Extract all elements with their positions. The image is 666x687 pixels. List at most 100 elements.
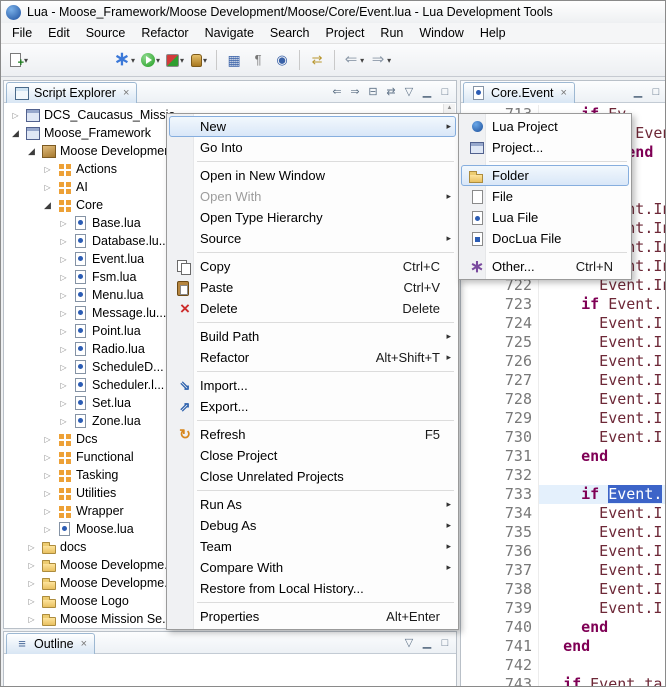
code-line-732[interactable]: 732	[462, 466, 666, 485]
close-icon[interactable]: ×	[561, 87, 567, 99]
run-button[interactable]: ▾	[139, 48, 162, 72]
expand-arrow-icon[interactable]: ▷	[25, 579, 38, 588]
menu-item-go-into[interactable]: Go Into	[169, 137, 456, 158]
code-line-741[interactable]: 741 end	[462, 637, 666, 656]
code-line-739[interactable]: 739 Event.I	[462, 599, 666, 618]
menu-item-team[interactable]: Team▸	[169, 536, 456, 557]
collapse-arrow-icon[interactable]: ◢	[41, 200, 54, 211]
code-line-727[interactable]: 727 Event.I	[462, 371, 666, 390]
menu-item-other[interactable]: Other...Ctrl+N	[461, 256, 629, 277]
menu-edit[interactable]: Edit	[40, 24, 78, 42]
expand-arrow-icon[interactable]: ▷	[41, 165, 54, 174]
menu-item-open-type-hierarchy[interactable]: Open Type Hierarchy	[169, 207, 456, 228]
menu-item-build-path[interactable]: Build Path▸	[169, 326, 456, 347]
expand-arrow-icon[interactable]: ▷	[41, 507, 54, 516]
code-line-730[interactable]: 730 Event.I	[462, 428, 666, 447]
back-arrow-icon[interactable]: ⇐	[331, 86, 343, 98]
minimize-icon[interactable]: ▁	[421, 86, 433, 98]
close-icon[interactable]: ×	[81, 638, 87, 650]
menu-help[interactable]: Help	[472, 24, 514, 42]
view-menu-icon[interactable]: ▽	[403, 637, 415, 649]
code-line-743[interactable]: 743 if Event.ta	[462, 675, 666, 687]
menu-project[interactable]: Project	[318, 24, 373, 42]
forward-button[interactable]: ▾	[368, 48, 393, 72]
menu-file[interactable]: File	[4, 24, 40, 42]
code-line-742[interactable]: 742	[462, 656, 666, 675]
menu-source[interactable]: Source	[78, 24, 134, 42]
expand-arrow-icon[interactable]: ▷	[57, 309, 70, 318]
menu-window[interactable]: Window	[411, 24, 471, 42]
menu-item-open-with[interactable]: Open With▸	[169, 186, 456, 207]
menu-item-folder[interactable]: Folder	[461, 165, 629, 186]
menu-run[interactable]: Run	[372, 24, 411, 42]
dropdown-caret-icon[interactable]: ▾	[203, 56, 207, 65]
menu-item-refresh[interactable]: RefreshF5	[169, 424, 456, 445]
menu-item-restore-from-local-history[interactable]: Restore from Local History...	[169, 578, 456, 599]
menu-item-compare-with[interactable]: Compare With▸	[169, 557, 456, 578]
expand-arrow-icon[interactable]: ▷	[57, 291, 70, 300]
code-line-733[interactable]: 733 if Event.	[462, 485, 666, 504]
global-scope-button[interactable]	[271, 48, 293, 72]
menu-refactor[interactable]: Refactor	[133, 24, 196, 42]
expand-arrow-icon[interactable]: ▷	[57, 219, 70, 228]
expand-arrow-icon[interactable]: ▷	[57, 273, 70, 282]
tab-outline[interactable]: Outline ×	[6, 633, 95, 654]
maximize-icon[interactable]: □	[650, 86, 662, 98]
expand-arrow-icon[interactable]: ▷	[25, 561, 38, 570]
code-line-738[interactable]: 738 Event.I	[462, 580, 666, 599]
close-icon[interactable]: ×	[123, 87, 129, 99]
minimize-icon[interactable]: ▁	[632, 86, 644, 98]
code-line-734[interactable]: 734 Event.I	[462, 504, 666, 523]
view-menu-icon[interactable]: ▽	[403, 86, 415, 98]
menu-item-debug-as[interactable]: Debug As▸	[169, 515, 456, 536]
open-element-button[interactable]	[223, 48, 245, 72]
menu-item-properties[interactable]: PropertiesAlt+Enter	[169, 606, 456, 627]
expand-arrow-icon[interactable]: ▷	[57, 255, 70, 264]
expand-arrow-icon[interactable]: ▷	[25, 543, 38, 552]
menu-item-import[interactable]: Import...	[169, 375, 456, 396]
menu-item-refactor[interactable]: RefactorAlt+Shift+T▸	[169, 347, 456, 368]
tab-core-event[interactable]: Core.Event ×	[463, 82, 575, 103]
expand-arrow-icon[interactable]: ▷	[41, 453, 54, 462]
new-button[interactable]: ▾	[5, 48, 30, 72]
code-line-731[interactable]: 731 end	[462, 447, 666, 466]
menu-item-source[interactable]: Source▸	[169, 228, 456, 249]
menu-item-doclua-file[interactable]: DocLua File	[461, 228, 629, 249]
expand-arrow-icon[interactable]: ▷	[41, 471, 54, 480]
menu-search[interactable]: Search	[262, 24, 318, 42]
collapse-arrow-icon[interactable]: ◢	[9, 128, 22, 139]
maximize-icon[interactable]: □	[439, 637, 451, 649]
menu-item-lua-project[interactable]: Lua Project	[461, 116, 629, 137]
expand-arrow-icon[interactable]: ▷	[57, 345, 70, 354]
code-line-736[interactable]: 736 Event.I	[462, 542, 666, 561]
expand-arrow-icon[interactable]: ▷	[41, 435, 54, 444]
menu-item-project[interactable]: Project...	[461, 137, 629, 158]
dropdown-caret-icon[interactable]: ▾	[387, 56, 391, 65]
expand-arrow-icon[interactable]: ▷	[9, 111, 22, 120]
menu-item-delete[interactable]: DeleteDelete	[169, 298, 456, 319]
show-whitespace-button[interactable]	[247, 48, 269, 72]
menu-item-close-project[interactable]: Close Project	[169, 445, 456, 466]
expand-arrow-icon[interactable]: ▷	[41, 183, 54, 192]
dropdown-caret-icon[interactable]: ▾	[180, 56, 184, 65]
dropdown-caret-icon[interactable]: ▾	[24, 56, 28, 65]
expand-arrow-icon[interactable]: ▷	[57, 399, 70, 408]
back-button[interactable]: ▾	[341, 48, 366, 72]
code-line-726[interactable]: 726 Event.I	[462, 352, 666, 371]
expand-arrow-icon[interactable]: ▷	[57, 327, 70, 336]
external-tools-button[interactable]: ▾	[188, 48, 210, 72]
link-with-editor-icon[interactable]: ⇄	[385, 86, 397, 98]
collapse-arrow-icon[interactable]: ◢	[25, 146, 38, 157]
dropdown-caret-icon[interactable]: ▾	[156, 56, 160, 65]
code-line-735[interactable]: 735 Event.I	[462, 523, 666, 542]
expand-arrow-icon[interactable]: ▷	[57, 237, 70, 246]
collapse-all-icon[interactable]: ⊟	[367, 86, 379, 98]
menu-item-file[interactable]: File	[461, 186, 629, 207]
code-line-729[interactable]: 729 Event.I	[462, 409, 666, 428]
dropdown-caret-icon[interactable]: ▾	[360, 56, 364, 65]
code-line-728[interactable]: 728 Event.I	[462, 390, 666, 409]
debug-button[interactable]: ▾	[112, 48, 137, 72]
menu-item-paste[interactable]: PasteCtrl+V	[169, 277, 456, 298]
coverage-button[interactable]: ▾	[164, 48, 186, 72]
forward-arrow-icon[interactable]: ⇒	[349, 86, 361, 98]
